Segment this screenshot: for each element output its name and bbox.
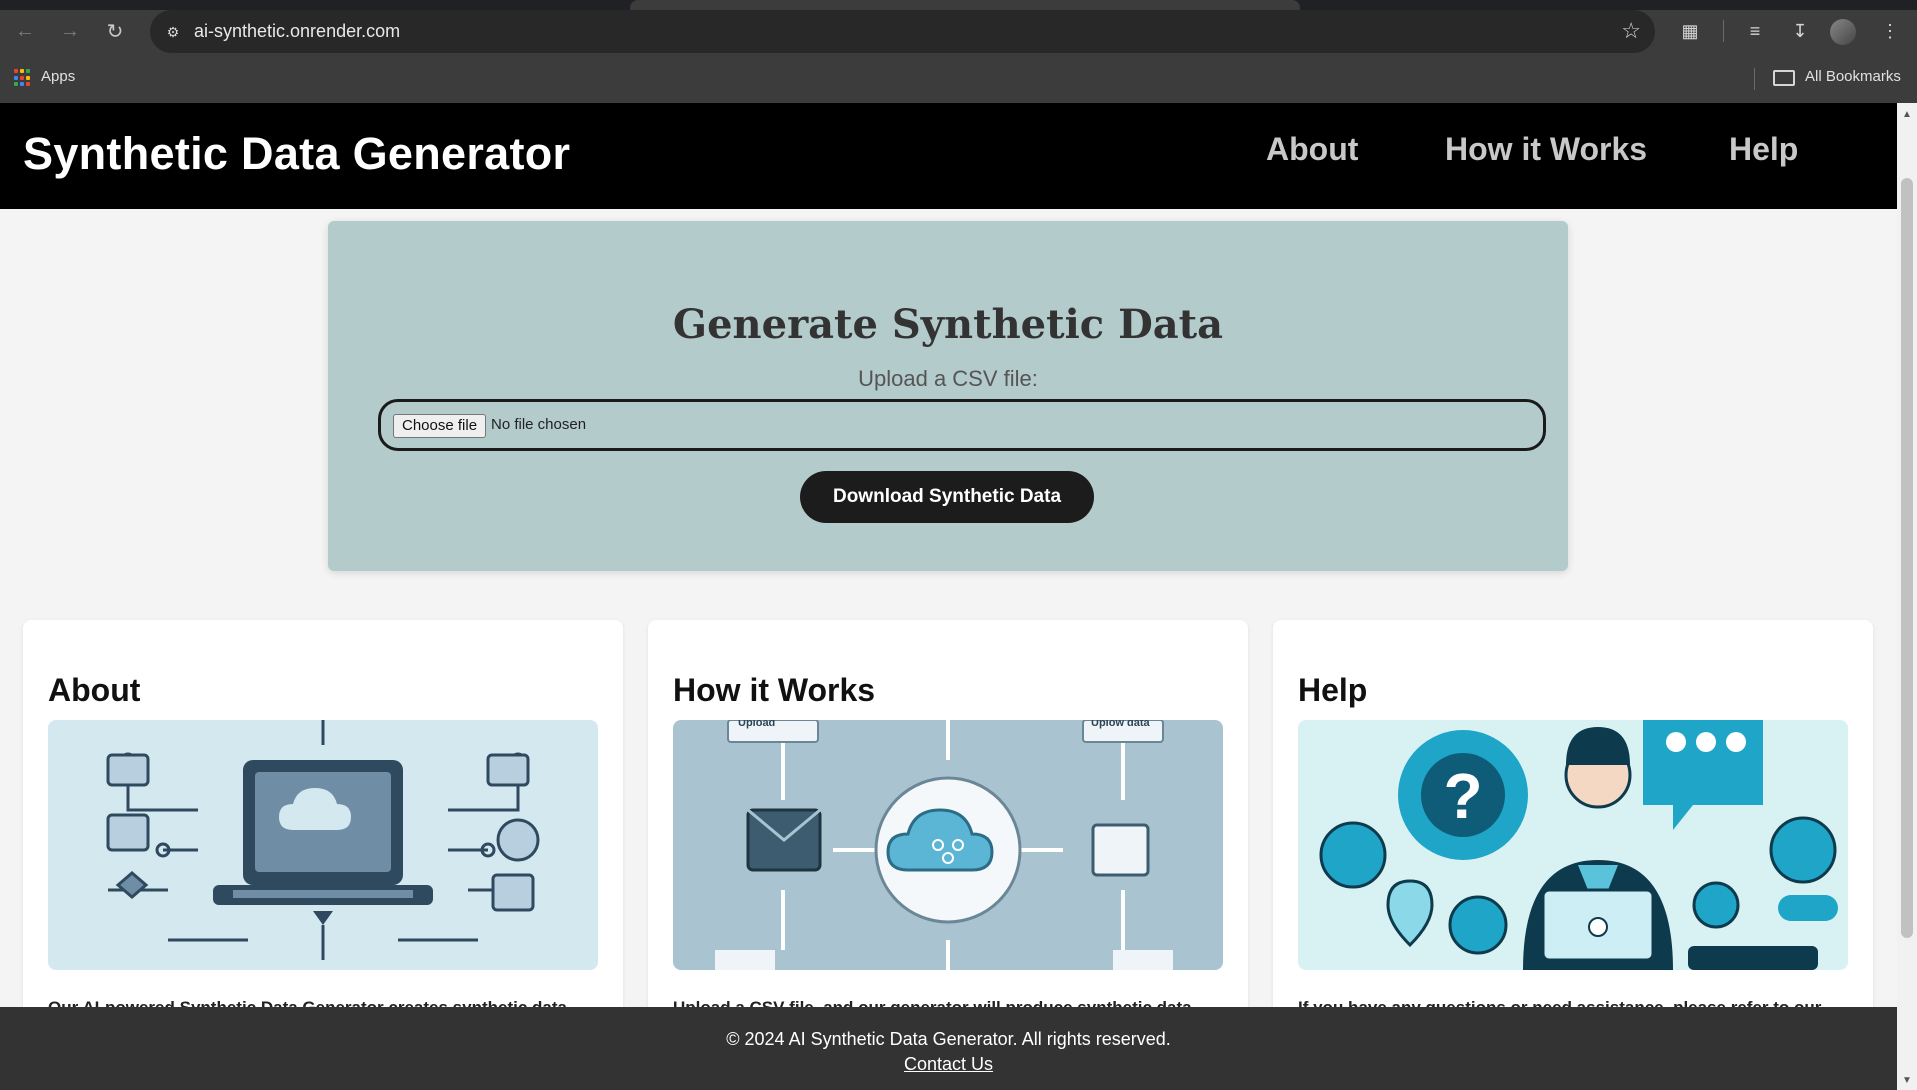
url-text[interactable]: ai-synthetic.onrender.com (194, 21, 400, 42)
site-footer: © 2024 AI Synthetic Data Generator. All … (0, 1007, 1897, 1090)
choose-file-button[interactable]: Choose file (393, 414, 487, 438)
page-scrollbar[interactable]: ▲ ▼ (1897, 103, 1917, 1090)
hero-title: Generate Synthetic Data (672, 301, 1224, 348)
extensions-icon[interactable]: ▦ (1675, 16, 1705, 46)
back-icon[interactable]: ← (10, 16, 40, 46)
nav-about[interactable]: About (1266, 131, 1358, 168)
scroll-up-icon[interactable]: ▲ (1902, 109, 1912, 120)
active-tab[interactable] (630, 0, 1300, 10)
about-card: About Our AI-po (23, 620, 623, 1040)
cloud-network-illustration: Upload Uplow data (673, 720, 1223, 970)
download-icon[interactable]: ↧ (1785, 16, 1815, 46)
star-icon[interactable]: ☆ (1621, 18, 1641, 44)
upload-panel: Generate Synthetic Data Upload a CSV fil… (328, 221, 1568, 571)
card-title: About (48, 672, 141, 708)
upload-label: Upload a CSV file: (858, 366, 1038, 391)
apps-icon[interactable] (14, 69, 32, 87)
file-status: No file chosen (491, 416, 587, 433)
address-bar[interactable]: ⚙ ai-synthetic.onrender.com ☆ (150, 10, 1655, 53)
file-input[interactable]: Choose file No file chosen (378, 399, 1546, 451)
browser-toolbar: ← → ↻ ⚙ ai-synthetic.onrender.com ☆ ▦ ≡ … (0, 0, 1917, 103)
bookmarks-bar: Apps All Bookmarks (0, 58, 1917, 103)
how-it-works-card: How it Works Upload Uplow data (648, 620, 1248, 1040)
toolbar-divider (1723, 20, 1724, 42)
upload-box-label: Upload (738, 720, 775, 729)
laptop-cloud-illustration (48, 720, 598, 970)
card-title: How it Works (673, 672, 876, 708)
copyright-text: © 2024 AI Synthetic Data Generator. All … (726, 1029, 1171, 1049)
profile-avatar[interactable] (1830, 19, 1856, 45)
card-title: Help (1298, 672, 1368, 708)
bookmarks-divider (1754, 68, 1755, 90)
nav-how-it-works[interactable]: How it Works (1445, 131, 1647, 168)
folder-icon[interactable] (1773, 70, 1795, 86)
nav-help[interactable]: Help (1729, 131, 1798, 168)
page-content: Synthetic Data Generator About How it Wo… (0, 103, 1897, 1090)
forward-icon[interactable]: → (55, 16, 85, 46)
site-header: Synthetic Data Generator About How it Wo… (0, 103, 1897, 209)
reading-list-icon[interactable]: ≡ (1740, 16, 1770, 46)
menu-icon[interactable]: ⋮ (1875, 16, 1905, 46)
upload-data-box-label: Uplow data (1091, 720, 1151, 729)
apps-bookmark[interactable]: Apps (41, 68, 75, 85)
download-button[interactable]: Download Synthetic Data (800, 471, 1094, 523)
scroll-down-icon[interactable]: ▼ (1902, 1075, 1912, 1086)
site-info-icon[interactable]: ⚙ (160, 19, 186, 45)
question-icon: ? (1443, 760, 1482, 832)
scrollbar-thumb[interactable] (1901, 178, 1913, 938)
help-card: Help ? (1273, 620, 1873, 1040)
contact-link[interactable]: Contact Us (0, 1054, 1897, 1075)
support-agent-illustration: ? (1298, 720, 1848, 970)
tab-strip (0, 0, 1917, 10)
all-bookmarks[interactable]: All Bookmarks (1805, 68, 1901, 85)
reload-icon[interactable]: ↻ (100, 16, 130, 46)
site-brand[interactable]: Synthetic Data Generator (23, 128, 570, 180)
